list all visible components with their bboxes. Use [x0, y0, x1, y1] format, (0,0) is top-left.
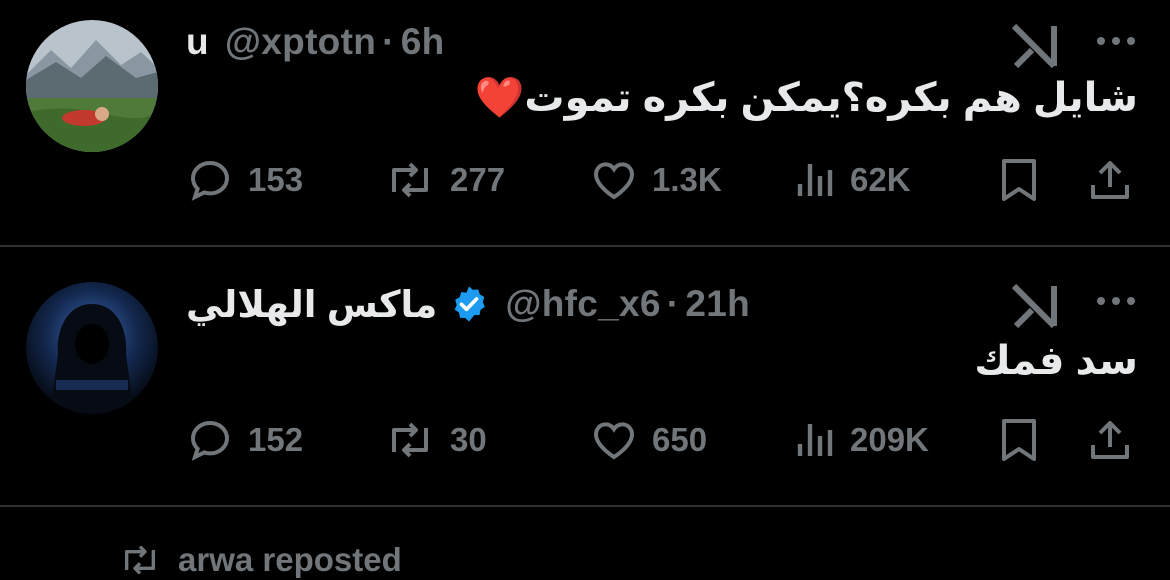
verified-icon — [449, 284, 489, 324]
share-icon — [1091, 421, 1129, 459]
grok-icon[interactable] — [1010, 22, 1064, 70]
views-icon — [797, 424, 833, 456]
user-handle[interactable]: @xptotn — [225, 21, 376, 63]
like-count: 650 — [652, 421, 708, 458]
repost-button[interactable]: 30 — [384, 415, 487, 465]
repost-context-label: arwa reposted — [178, 541, 402, 578]
share-icon — [1091, 161, 1129, 199]
more-icon[interactable] — [1094, 294, 1138, 308]
separator-dot: · — [666, 283, 680, 324]
reply-icon — [190, 160, 230, 201]
repost-icon — [124, 545, 155, 575]
repost-icon — [392, 162, 428, 198]
tweet-divider — [0, 245, 1170, 247]
tweet[interactable]: u @xptotn · 6h شايل هم بكره؟يمكن بكره تم… — [0, 0, 1170, 246]
timestamp[interactable]: 21h — [685, 283, 750, 325]
views-count: 62K — [850, 161, 911, 198]
views-icon — [797, 164, 833, 196]
tweet-text: شايل هم بكره؟يمكن بكره تموت❤️ — [474, 76, 1138, 120]
tweet-header: u @xptotn · 6h — [186, 20, 445, 64]
display-name[interactable]: ماكس الهلالي — [186, 283, 437, 326]
tweet-text: سد فمك — [974, 339, 1138, 383]
bookmark-icon — [1002, 159, 1036, 201]
display-name[interactable]: u — [186, 21, 209, 63]
separator-dot: · — [382, 21, 395, 62]
bookmark-button[interactable] — [998, 155, 1040, 205]
repost-count: 30 — [450, 421, 487, 458]
tweet-actions: 153 277 1.3K 62K — [0, 155, 1170, 205]
tweet[interactable]: ماكس الهلالي @hfc_x6 · 21h سد فمك 152 30… — [0, 248, 1170, 506]
bookmark-icon — [1002, 419, 1036, 461]
reply-count: 153 — [248, 161, 304, 198]
views-button[interactable]: 62K — [796, 155, 911, 205]
like-icon — [593, 162, 635, 200]
tweet-divider — [0, 505, 1170, 507]
avatar[interactable] — [26, 282, 158, 414]
like-button[interactable]: 1.3K — [590, 155, 722, 205]
bookmark-button[interactable] — [998, 415, 1040, 465]
user-handle[interactable]: @hfc_x6 — [505, 283, 660, 325]
like-count: 1.3K — [652, 161, 722, 198]
avatar[interactable] — [26, 20, 158, 152]
grok-icon[interactable] — [1010, 282, 1064, 330]
repost-button[interactable]: 277 — [384, 155, 505, 205]
reply-button[interactable]: 152 — [186, 415, 303, 465]
share-button[interactable] — [1086, 415, 1134, 465]
repost-icon — [392, 422, 428, 458]
views-button[interactable]: 209K — [796, 415, 929, 465]
share-button[interactable] — [1086, 155, 1134, 205]
timestamp[interactable]: 6h — [401, 21, 445, 63]
repost-count: 277 — [450, 161, 506, 198]
views-count: 209K — [850, 421, 929, 458]
reply-icon — [190, 420, 230, 461]
tweet-header: ماكس الهلالي @hfc_x6 · 21h — [186, 282, 750, 326]
tweet-actions: 152 30 650 209K — [0, 415, 1170, 465]
reply-button[interactable]: 153 — [186, 155, 303, 205]
like-button[interactable]: 650 — [590, 415, 707, 465]
repost-context[interactable]: arwa reposted — [118, 540, 402, 580]
like-icon — [593, 422, 635, 460]
reply-count: 152 — [248, 421, 304, 458]
more-icon[interactable] — [1094, 34, 1138, 48]
